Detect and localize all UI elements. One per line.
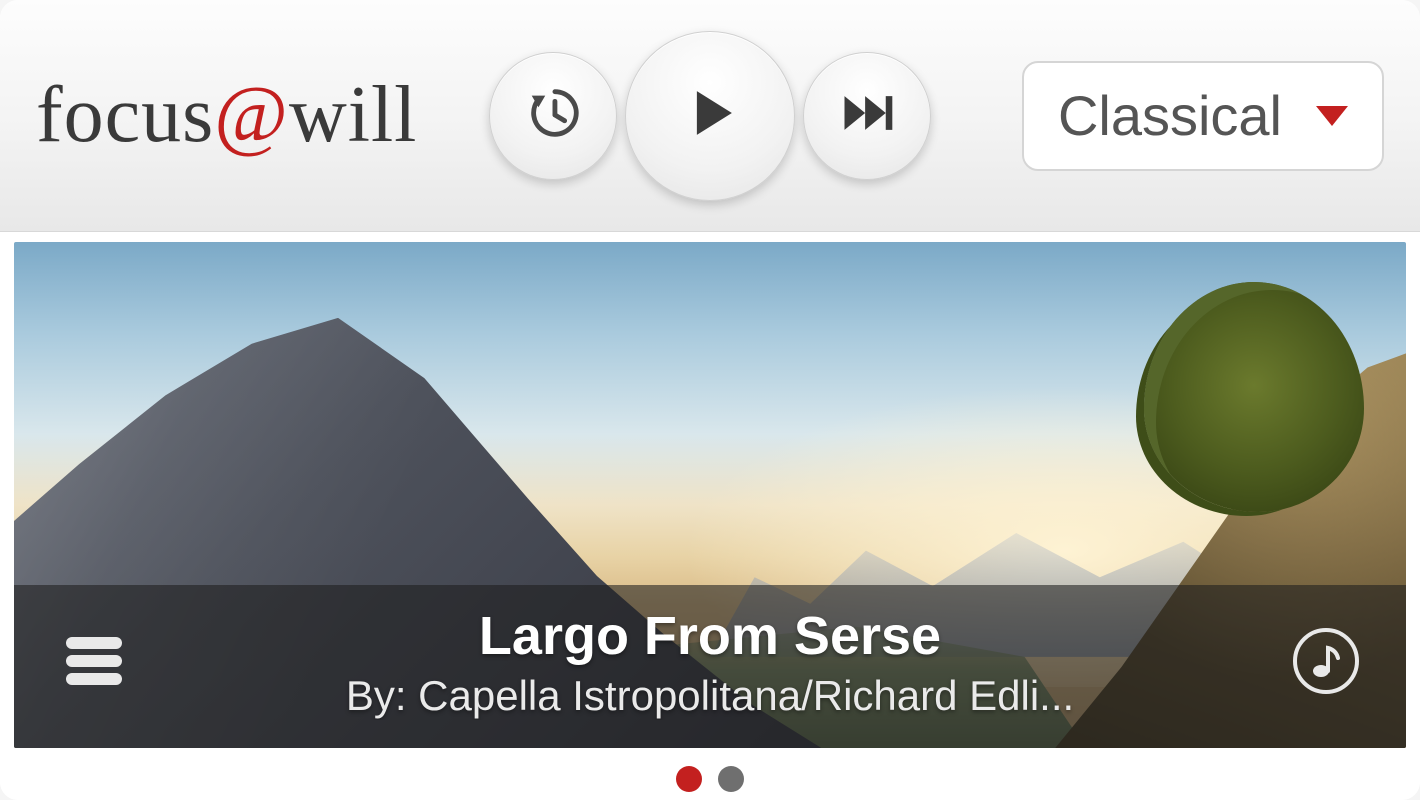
play-button[interactable]: [625, 31, 795, 201]
skip-next-icon: [837, 83, 897, 148]
page-indicator: [0, 766, 1420, 792]
pager-dot-1[interactable]: [676, 766, 702, 792]
track-details-button[interactable]: [1286, 623, 1366, 703]
brand-logo: focus@will: [36, 70, 417, 161]
music-note-icon: [1291, 626, 1361, 701]
playlist-menu-button[interactable]: [54, 623, 134, 703]
pager-dot-2[interactable]: [718, 766, 744, 792]
timer-button[interactable]: [489, 52, 617, 180]
track-info: Largo From Serse By: Capella Istropolita…: [134, 607, 1286, 720]
skip-button[interactable]: [803, 52, 931, 180]
brand-pre: focus: [36, 71, 214, 159]
brand-at: @: [214, 71, 289, 159]
track-info-overlay: Largo From Serse By: Capella Istropolita…: [14, 585, 1406, 748]
track-byline: By: Capella Istropolitana/Richard Edli..…: [154, 672, 1266, 720]
genre-selected-label: Classical: [1058, 83, 1282, 148]
history-clock-icon: [522, 82, 584, 149]
play-icon: [675, 78, 745, 153]
playback-controls: [489, 31, 931, 201]
track-title: Largo From Serse: [154, 607, 1266, 666]
caret-down-icon: [1316, 106, 1348, 126]
now-playing-artwork: Largo From Serse By: Capella Istropolita…: [14, 242, 1406, 748]
brand-post: will: [289, 71, 417, 159]
genre-dropdown[interactable]: Classical: [1022, 61, 1384, 171]
app-window: focus@will: [0, 0, 1420, 800]
artwork-area: Largo From Serse By: Capella Istropolita…: [0, 232, 1420, 800]
top-bar: focus@will: [0, 0, 1420, 232]
hamburger-icon: [62, 633, 126, 694]
